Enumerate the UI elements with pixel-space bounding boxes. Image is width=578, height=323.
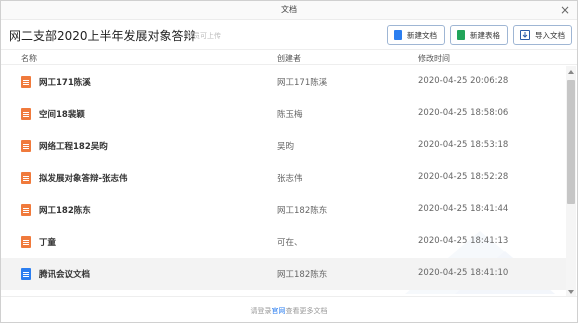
- ppt-file-icon: [21, 76, 31, 88]
- import-document-button[interactable]: 导入文档: [513, 25, 572, 45]
- file-modified-time: 2020-04-25 18:41:10: [418, 268, 509, 278]
- file-name: 拟发展对象答辩-张志伟: [39, 174, 128, 184]
- official-site-link[interactable]: 官网: [272, 307, 286, 315]
- file-list: 网工171陈溪 网工171陈溪 2020-04-25 20:06:28 空间18…: [1, 66, 567, 298]
- scroll-up-icon[interactable]: [568, 70, 574, 74]
- file-name: 丁童: [39, 238, 57, 248]
- file-modified-time: 2020-04-25 18:52:28: [418, 172, 509, 182]
- page-header: 网二支部2020上半年发展对象答辩 全员可上传 新建文档 新建表格 导入文档: [1, 20, 577, 50]
- file-row[interactable]: 腾讯会议文档 网工182陈东 2020-04-25 18:41:10: [1, 258, 567, 290]
- file-name: 空间18裴颖: [39, 110, 85, 120]
- file-modified-time: 2020-04-25 18:41:44: [418, 204, 509, 214]
- file-modified-time: 2020-04-25 18:41:13: [418, 236, 509, 246]
- file-creator: 网工182陈东: [277, 270, 328, 280]
- ppt-file-icon: [21, 204, 31, 216]
- new-document-label: 新建文档: [407, 30, 437, 40]
- doc-file-icon: [21, 268, 31, 280]
- ppt-file-icon: [21, 236, 31, 248]
- new-sheet-label: 新建表格: [470, 30, 500, 40]
- footer-prefix: 请登录: [250, 307, 272, 315]
- file-modified-time: 2020-04-25 20:06:28: [418, 76, 509, 86]
- file-creator: 网工182陈东: [277, 206, 328, 216]
- footer-hint: 请登录官网查看更多文档: [1, 296, 577, 322]
- file-row[interactable]: 空间18裴颖 陈玉梅 2020-04-25 18:58:06: [1, 98, 567, 130]
- file-row[interactable]: 网工171陈溪 网工171陈溪 2020-04-25 20:06:28: [1, 66, 567, 98]
- file-creator: 陈玉梅: [277, 110, 303, 120]
- file-creator: 吴昀: [277, 142, 295, 152]
- file-name: 网络工程182吴昀: [39, 142, 108, 152]
- file-creator: 可在、: [277, 238, 303, 248]
- ppt-file-icon: [21, 172, 31, 184]
- import-icon: [520, 30, 530, 40]
- footer-suffix: 查看更多文档: [285, 307, 328, 315]
- column-header-row: 名称 创建者 修改时间: [1, 51, 577, 65]
- import-document-label: 导入文档: [535, 30, 565, 40]
- close-icon[interactable]: ×: [560, 3, 570, 17]
- scroll-down-icon[interactable]: [568, 290, 574, 294]
- spreadsheet-icon: [457, 30, 465, 40]
- file-row[interactable]: 网工182陈东 网工182陈东 2020-04-25 18:41:44: [1, 194, 567, 226]
- file-row[interactable]: 丁童 可在、 2020-04-25 18:41:13: [1, 226, 567, 258]
- file-creator: 网工171陈溪: [277, 78, 328, 88]
- file-name: 网工182陈东: [39, 206, 91, 216]
- ppt-file-icon: [21, 140, 31, 152]
- column-header-modified[interactable]: 修改时间: [418, 53, 450, 64]
- vertical-scrollbar[interactable]: [566, 66, 576, 298]
- file-creator: 张志伟: [277, 174, 303, 184]
- document-icon: [394, 30, 402, 40]
- file-row[interactable]: 网络工程182吴昀 吴昀 2020-04-25 18:53:18: [1, 130, 567, 162]
- column-header-name[interactable]: 名称: [21, 53, 37, 64]
- documents-window: 文档 × 网二支部2020上半年发展对象答辩 全员可上传 新建文档 新建表格 导…: [0, 0, 578, 323]
- new-sheet-button[interactable]: 新建表格: [450, 25, 508, 45]
- group-title: 网二支部2020上半年发展对象答辩: [9, 29, 196, 43]
- upload-permission-text: 全员可上传: [186, 32, 221, 40]
- scrollbar-thumb[interactable]: [567, 80, 575, 204]
- file-modified-time: 2020-04-25 18:58:06: [418, 108, 509, 118]
- column-header-creator[interactable]: 创建者: [277, 53, 301, 64]
- title-bar: 文档 ×: [1, 1, 577, 20]
- new-document-button[interactable]: 新建文档: [387, 25, 445, 45]
- file-name: 网工171陈溪: [39, 78, 91, 88]
- ppt-file-icon: [21, 108, 31, 120]
- file-name: 腾讯会议文档: [39, 270, 91, 280]
- file-row[interactable]: 拟发展对象答辩-张志伟 张志伟 2020-04-25 18:52:28: [1, 162, 567, 194]
- file-modified-time: 2020-04-25 18:53:18: [418, 140, 509, 150]
- window-title: 文档: [281, 5, 297, 14]
